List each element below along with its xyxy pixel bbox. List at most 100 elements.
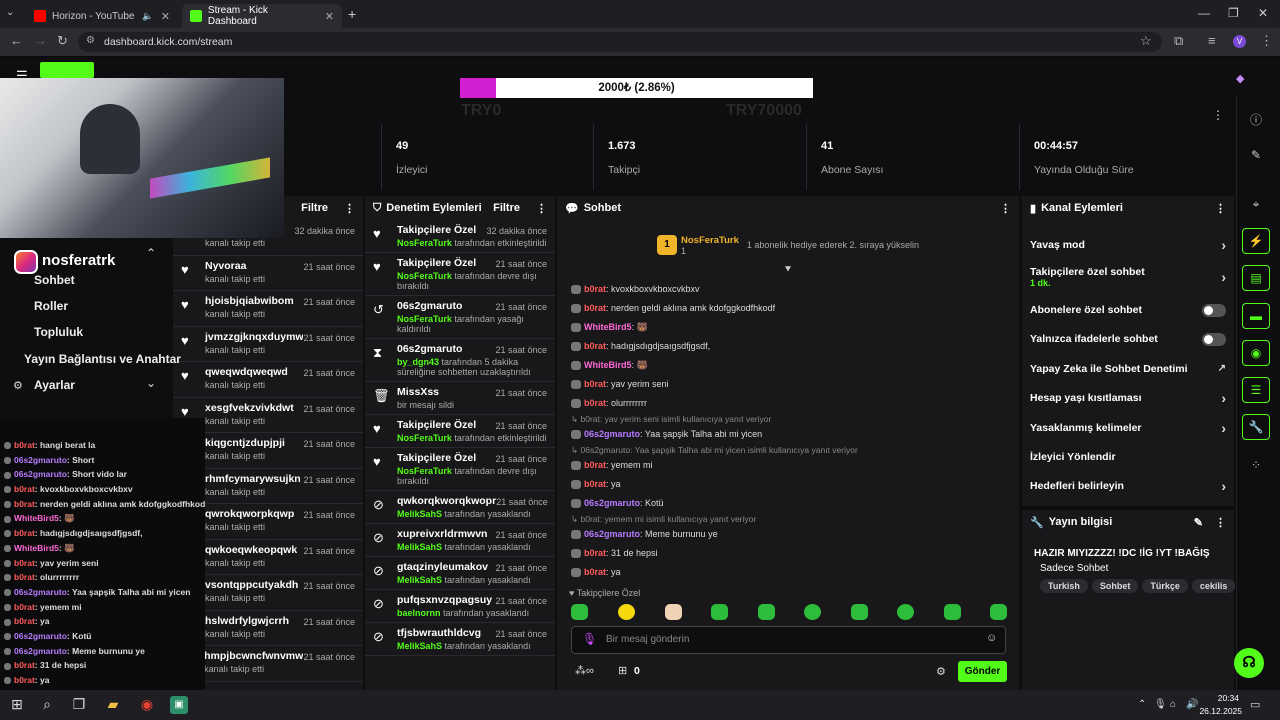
volume-icon[interactable]: 🔊 <box>1186 699 1198 710</box>
moderation-title[interactable]: Takipçilere Özel <box>397 419 476 431</box>
emote-icon[interactable] <box>711 604 728 620</box>
tab-kick-dashboard[interactable]: Stream - Kick Dashboard ✕ <box>182 4 342 28</box>
chevron-right-icon[interactable]: › <box>1221 390 1226 406</box>
sidebar-item-settings[interactable]: Ayarlar <box>34 378 75 392</box>
network-icon[interactable]: ⌂ <box>1170 699 1176 710</box>
channel-action-9[interactable]: Hedefleri belirleyin › <box>1022 472 1234 501</box>
search-icon[interactable]: ⌕ <box>38 696 56 714</box>
emote-icon[interactable] <box>944 604 961 620</box>
chat-username[interactable]: 06s2gmaruto <box>584 429 640 439</box>
emote-icon[interactable] <box>571 604 588 620</box>
emote-icon[interactable] <box>758 604 775 620</box>
info-icon[interactable]: ⓘ <box>1246 111 1266 128</box>
moderator-name[interactable]: MelikSahS <box>397 641 442 651</box>
chat-username[interactable]: WhiteBird5 <box>584 360 632 370</box>
moderation-title[interactable]: Takipçilere Özel <box>397 452 476 464</box>
sidebar-item-stream-key[interactable]: Yayın Bağlantısı ve Anahtar <box>24 352 181 366</box>
chrome-icon[interactable]: ◉ <box>138 696 156 714</box>
layout-icon[interactable]: ☰ <box>1242 377 1270 403</box>
moderation-title[interactable]: pufqsxnvzqpagsuy <box>397 594 492 606</box>
follower-name[interactable]: qwkoeqwkeopqwk <box>205 544 297 556</box>
filter-button[interactable]: Filtre <box>493 202 520 214</box>
follower-name[interactable]: jvmzzgjknqxduymw <box>205 331 303 343</box>
follower-name[interactable]: vsontqppcutyakdh <box>205 579 298 591</box>
tag-chip[interactable]: cekilis <box>1191 579 1236 593</box>
new-tab-icon[interactable]: + <box>348 6 356 22</box>
task-view-icon[interactable]: ❐ <box>70 696 88 714</box>
emote-icon[interactable] <box>897 604 914 620</box>
moderator-name[interactable]: NosFeraTurk <box>397 271 452 281</box>
chat-icon[interactable]: ▬ <box>1242 303 1270 329</box>
minimize-icon[interactable]: — <box>1198 6 1210 20</box>
user-avatar-icon[interactable]: ◆ <box>1236 72 1244 85</box>
tag-chip[interactable]: Turkish <box>1040 579 1088 593</box>
follower-name[interactable]: hmpjbcwncfwnvmwx <box>204 650 303 662</box>
moderator-name[interactable]: MelikSahS <box>397 509 442 519</box>
panel-menu-icon[interactable]: ⋮ <box>1215 516 1226 529</box>
chevron-right-icon[interactable]: › <box>1221 237 1226 253</box>
close-tab-icon[interactable]: ✕ <box>161 10 170 23</box>
follower-name[interactable]: qweqwdqweqwd <box>205 366 288 378</box>
moderation-title[interactable]: Takipçilere Özel <box>397 224 476 236</box>
moderation-title[interactable]: 06s2gmaruto <box>397 300 462 312</box>
chat-username[interactable]: b0rat <box>584 460 606 470</box>
chat-username[interactable]: b0rat <box>584 303 606 313</box>
channel-action-6[interactable]: Hesap yaşı kısıtlaması › <box>1022 384 1234 413</box>
chat-username[interactable]: b0rat <box>584 379 606 389</box>
stats-menu-icon[interactable]: ⋮ <box>1212 108 1224 122</box>
chevron-right-icon[interactable]: › <box>1221 269 1226 285</box>
chat-username[interactable]: b0rat <box>584 284 606 294</box>
collapse-pinned-icon[interactable]: ⯆ <box>557 264 1019 280</box>
chat-username[interactable]: b0rat <box>584 341 606 351</box>
moderator-name[interactable]: NosFeraTurk <box>397 466 452 476</box>
file-explorer-icon[interactable]: ▰ <box>104 696 122 714</box>
follower-name[interactable]: xesgfvekzvivkdwt <box>205 402 294 414</box>
lightning-icon[interactable]: ⚡ <box>1242 228 1270 254</box>
chevron-down-icon[interactable]: ⌄ <box>146 376 156 390</box>
emote-icon[interactable] <box>990 604 1007 620</box>
moderator-name[interactable]: NosFeraTurk <box>397 433 452 443</box>
chat-settings-icon[interactable]: ⚙ <box>936 665 946 678</box>
wrench-rail-icon[interactable]: 🔧 <box>1242 414 1270 440</box>
extensions-icon[interactable]: ⧉ <box>1174 33 1183 49</box>
chat-username[interactable]: WhiteBird5 <box>584 322 632 332</box>
emote-icon[interactable] <box>665 604 682 620</box>
moderation-title[interactable]: tfjsbwrauthldcvg <box>397 627 481 639</box>
chat-username[interactable]: b0rat <box>584 398 606 408</box>
follower-name[interactable]: qwrokqworpkqwp <box>205 508 294 520</box>
channel-action-1[interactable]: Yavaş mod › <box>1022 230 1234 259</box>
mute-icon[interactable]: 🔈 <box>142 11 153 22</box>
site-info-icon[interactable]: ⚙ <box>86 35 95 46</box>
follower-name[interactable]: Nyvoraa <box>205 260 265 272</box>
emoji-picker-icon[interactable]: ☺ <box>986 632 997 644</box>
pencil-icon[interactable]: ✎ <box>1246 148 1266 162</box>
channel-action-4[interactable]: Yalnızca ifadelerle sohbet <box>1022 325 1234 354</box>
url-field[interactable]: dashboard.kick.com/stream <box>78 32 1162 52</box>
support-icon[interactable]: ☊ <box>1234 648 1264 678</box>
external-link-icon[interactable]: ↗ <box>1218 363 1226 374</box>
send-button[interactable]: Gönder <box>958 661 1007 682</box>
moderator-name[interactable]: MelikSahS <box>397 575 442 585</box>
moderator-name[interactable]: MelikSahS <box>397 542 442 552</box>
chevron-right-icon[interactable]: › <box>1221 478 1226 494</box>
tab-list-icon[interactable]: ⌄ <box>6 7 14 18</box>
moderation-title[interactable]: qwkorqkworqkwopr <box>397 495 496 507</box>
edit-icon[interactable]: ✎ <box>1194 516 1203 529</box>
sidebar-item-roles[interactable]: Roller <box>34 299 68 313</box>
channel-points-icon[interactable]: ⁂∞ <box>575 664 594 677</box>
moderator-name[interactable]: NosFeraTurk <box>397 314 452 324</box>
microphone-icon[interactable]: 🎙 <box>582 632 597 646</box>
emote-icon[interactable] <box>851 604 868 620</box>
apps-icon[interactable]: ⁘ <box>1246 458 1266 472</box>
chat-username[interactable]: b0rat <box>584 479 606 489</box>
panel-menu-icon[interactable]: ⋮ <box>344 202 355 215</box>
focus-icon[interactable]: ⌖ <box>1246 197 1266 212</box>
clock-time[interactable]: 20:34 <box>1203 693 1239 703</box>
chat-username[interactable]: 06s2gmaruto <box>584 529 640 539</box>
gift-icon[interactable]: ⊞ <box>618 664 627 677</box>
tray-overflow-icon[interactable]: ⌃ <box>1138 699 1146 710</box>
sidebar-item-community[interactable]: Topluluk <box>34 325 83 339</box>
tab-youtube[interactable]: Horizon - YouTube 🔈 ✕ <box>26 4 178 28</box>
chat-input[interactable]: Bir mesaj gönderin <box>571 626 1006 654</box>
filter-button[interactable]: Filtre <box>301 202 328 214</box>
